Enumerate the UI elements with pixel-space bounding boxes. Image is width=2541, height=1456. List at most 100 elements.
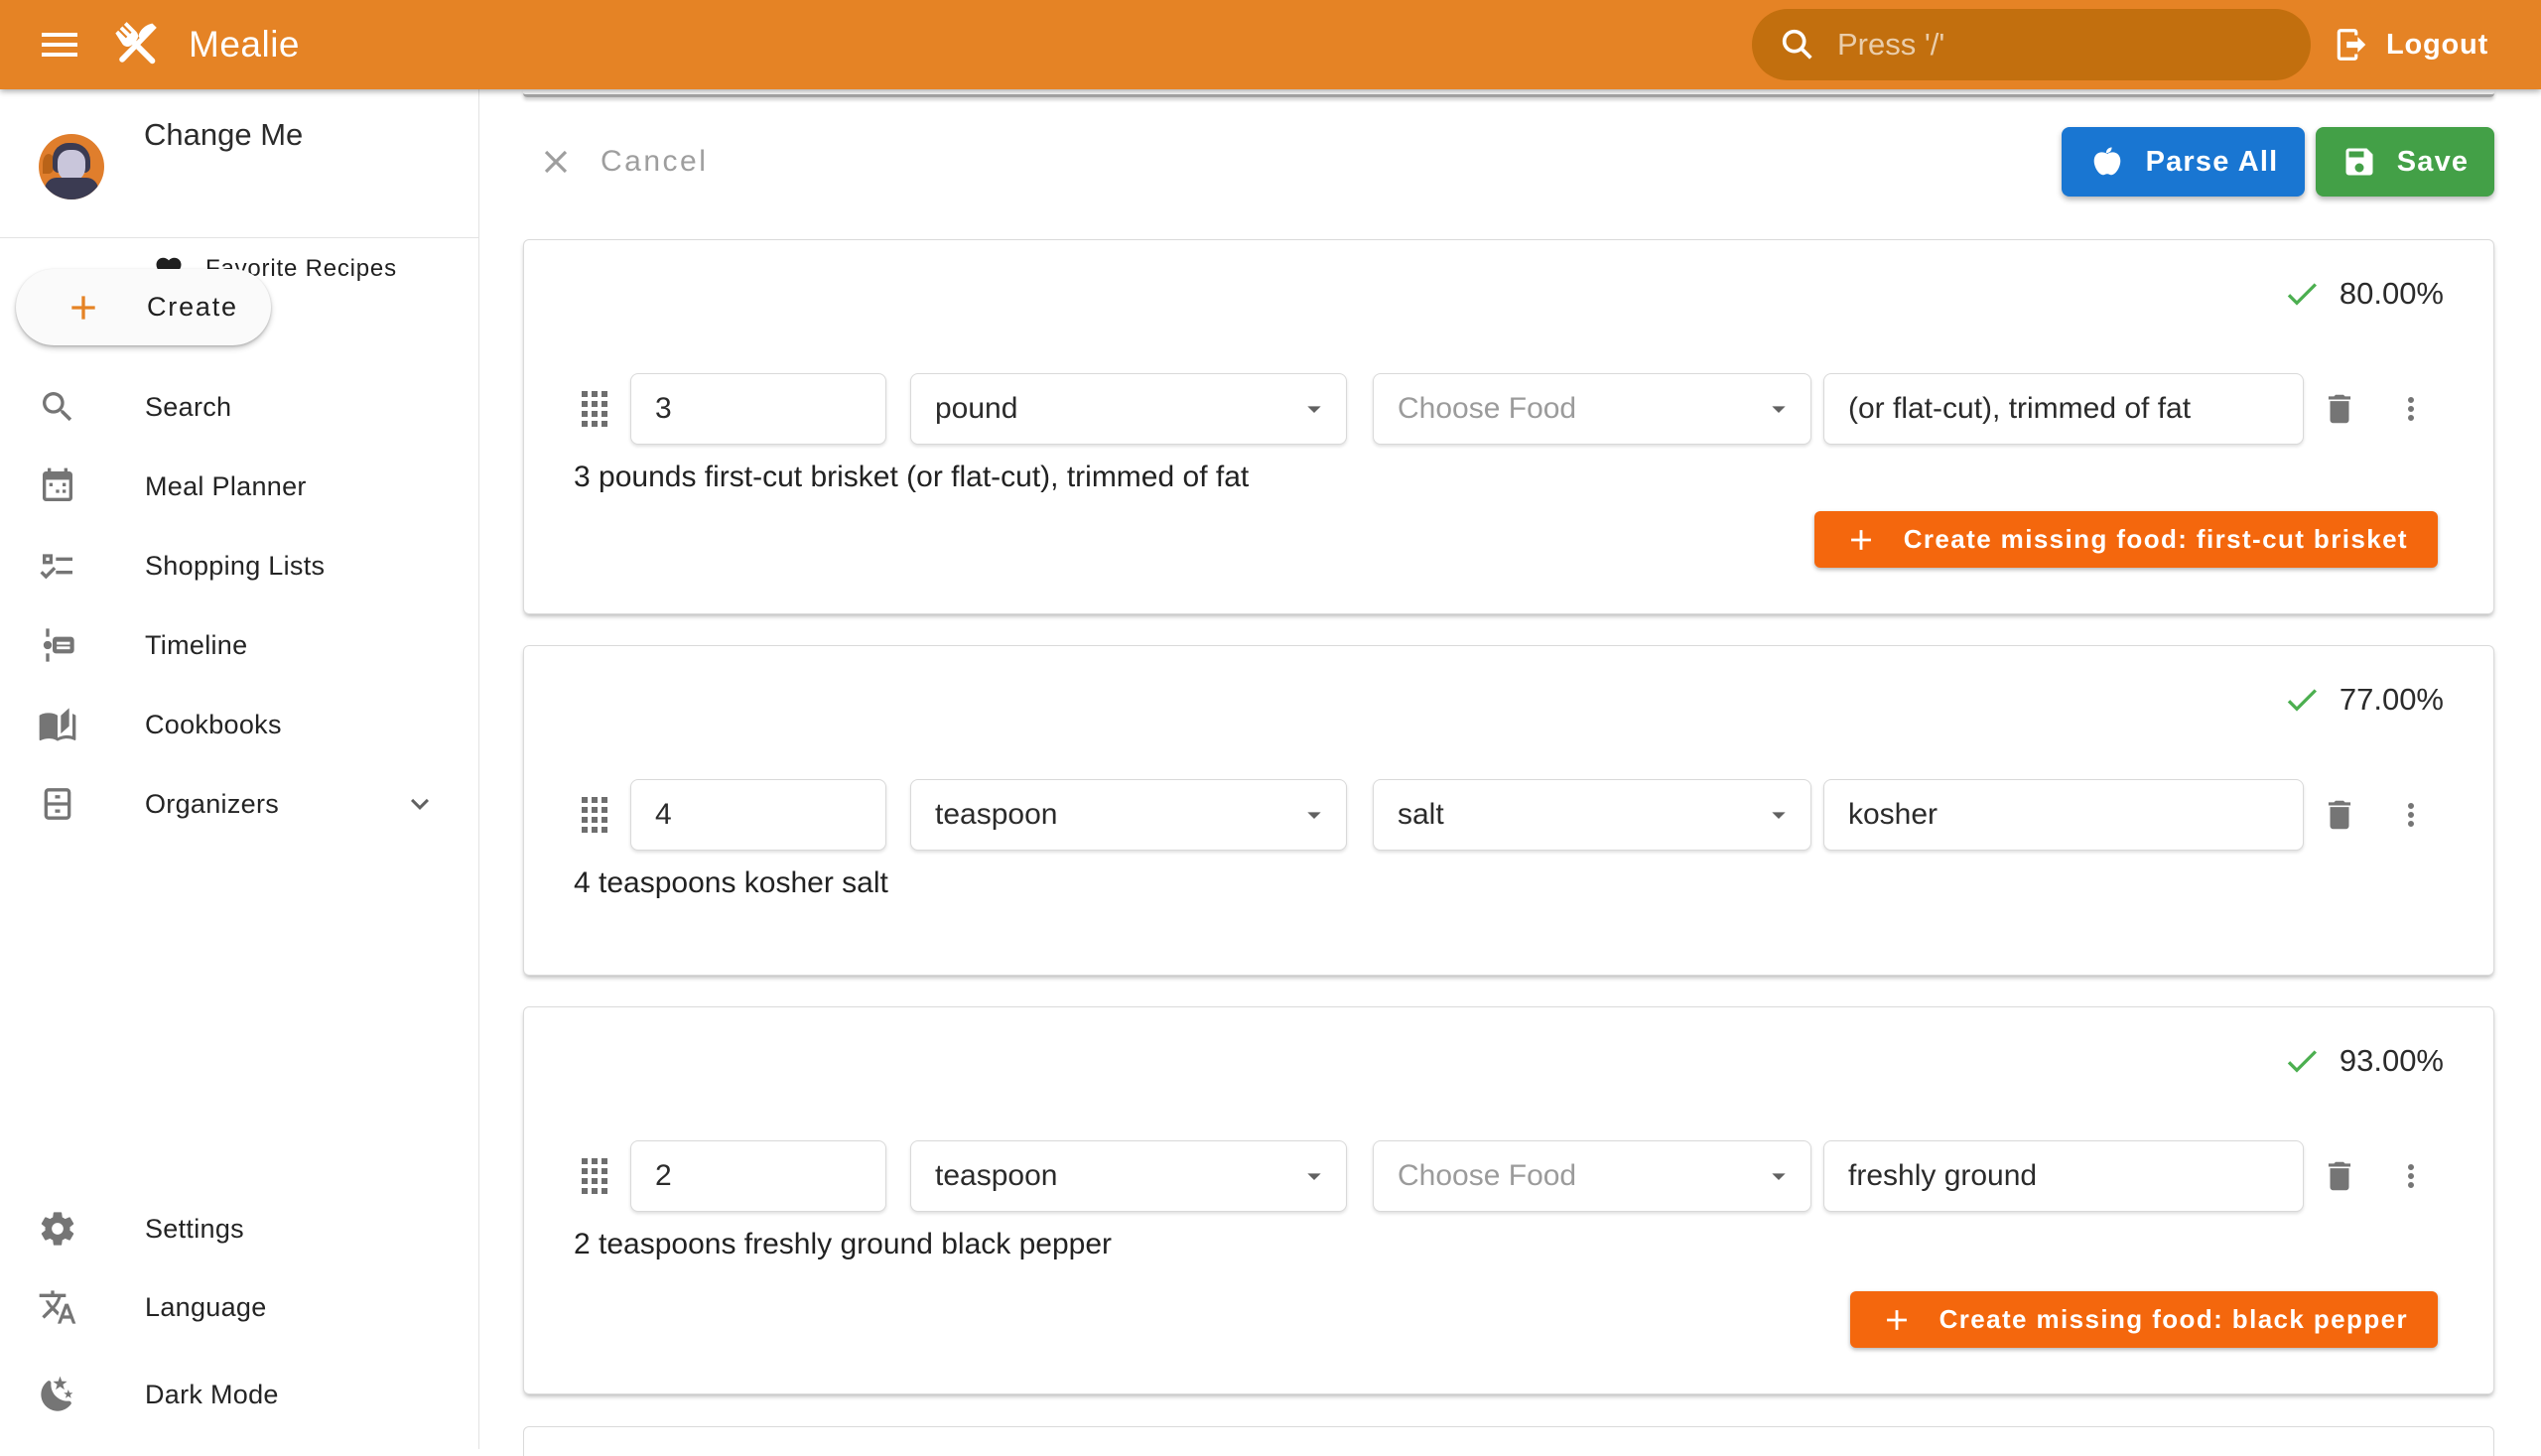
translate-icon [38,1287,77,1327]
check-icon [2282,274,2322,314]
confidence-value: 80.00% [2340,276,2444,312]
sidebar-item-search[interactable]: Search [0,367,479,447]
logout-button[interactable]: Logout [2333,0,2488,89]
quantity-input[interactable] [631,780,885,850]
app-title: Mealie [189,24,300,66]
note-input[interactable] [1824,780,2303,850]
sidebar-divider [0,237,479,238]
sidebar-item-shopping-lists[interactable]: Shopping Lists [0,526,479,605]
sidebar-item-cookbooks[interactable]: Cookbooks [0,685,479,764]
kebab-menu-icon [2393,1158,2429,1194]
trash-icon [2321,390,2358,428]
unit-select-value: teaspoon [935,798,1057,832]
dropdown-arrow-icon [1763,1160,1795,1192]
note-field[interactable] [1823,779,2304,851]
quantity-field[interactable] [630,373,886,445]
hamburger-icon [36,21,83,68]
ingredient-card: 80.00% pound Choose Food [523,239,2494,614]
unit-select[interactable]: teaspoon [910,779,1347,851]
menu-hamburger-button[interactable] [32,17,87,72]
ingredient-input-row: teaspoon salt [524,779,2493,851]
plus-icon [64,288,103,328]
user-avatar[interactable] [39,134,104,199]
ingredient-card: 77.00% teaspoon salt [523,645,2494,976]
delete-ingredient-button[interactable] [2318,793,2361,837]
unit-select-value: pound [935,392,1017,426]
original-ingredient-text: 2 teaspoons freshly ground black pepper [574,1228,1112,1261]
create-missing-food-button[interactable]: Create missing food: first-cut brisket [1814,511,2438,568]
note-field[interactable] [1823,373,2304,445]
calendar-icon [38,466,77,506]
drag-handle[interactable] [582,1158,607,1194]
organizers-icon [38,784,77,824]
save-button[interactable]: Save [2316,127,2494,197]
delete-ingredient-button[interactable] [2318,387,2361,431]
note-input[interactable] [1824,374,2303,444]
mealie-logo-icon [109,16,167,73]
check-icon [2282,1041,2322,1081]
search-input[interactable] [1837,27,2285,63]
trash-icon [2321,1157,2358,1195]
confidence-value: 93.00% [2340,1043,2444,1079]
confidence-indicator: 80.00% [2282,272,2444,316]
food-select[interactable]: salt [1373,779,1811,851]
chevron-down-icon [402,786,438,822]
cancel-button[interactable]: Cancel [537,131,708,193]
drag-handle[interactable] [582,797,607,833]
dropdown-arrow-icon [1298,799,1330,831]
close-icon [537,143,575,181]
dropdown-arrow-icon [1763,799,1795,831]
unit-select[interactable]: pound [910,373,1347,445]
sidebar-item-timeline[interactable]: Timeline [0,605,479,685]
global-search[interactable] [1752,9,2311,80]
quantity-field[interactable] [630,779,886,851]
parse-all-button[interactable]: Parse All [2062,127,2305,197]
ingredient-menu-button[interactable] [2389,793,2433,837]
main-content: Cancel Parse All Save 80.00% pound Choos… [479,89,2541,1449]
sidebar-item-meal-planner[interactable]: Meal Planner [0,447,479,526]
quantity-input[interactable] [631,374,885,444]
search-icon [1778,25,1817,65]
create-missing-food-button[interactable]: Create missing food: black pepper [1850,1291,2438,1348]
food-select-value: salt [1398,798,1444,832]
plus-icon [1844,523,1878,557]
dropdown-arrow-icon [1763,393,1795,425]
food-select[interactable]: Choose Food [1373,373,1811,445]
ingredient-card: 93.00% teaspoon Choose Food [523,1006,2494,1394]
book-icon [38,705,77,744]
dropdown-arrow-icon [1298,1160,1330,1192]
sidebar: Change Me Favorite Recipes Create Search… [0,89,479,1449]
search-icon [38,387,77,427]
quantity-field[interactable] [630,1140,886,1212]
unit-select[interactable]: teaspoon [910,1140,1347,1212]
note-field[interactable] [1823,1140,2304,1212]
trash-icon [2321,796,2358,834]
sidebar-item-settings[interactable]: Settings [0,1189,479,1268]
next-ingredient-card-edge [523,1426,2494,1456]
ingredient-menu-button[interactable] [2389,387,2433,431]
ingredient-input-row: teaspoon Choose Food [524,1140,2493,1212]
user-name: Change Me [144,117,303,153]
timeline-icon [38,625,77,665]
delete-ingredient-button[interactable] [2318,1154,2361,1198]
note-input[interactable] [1824,1141,2303,1211]
sidebar-item-dark-mode[interactable]: Dark Mode [0,1355,479,1434]
dropdown-arrow-icon [1298,393,1330,425]
apple-icon [2088,143,2126,181]
confidence-value: 77.00% [2340,682,2444,718]
original-ingredient-text: 4 teaspoons kosher salt [574,866,888,900]
food-select[interactable]: Choose Food [1373,1140,1811,1212]
quantity-input[interactable] [631,1141,885,1211]
plus-icon [1880,1303,1914,1337]
gear-icon [38,1209,77,1249]
sidebar-item-language[interactable]: Language [0,1267,479,1347]
ingredient-menu-button[interactable] [2389,1154,2433,1198]
logout-icon [2333,26,2370,64]
confidence-indicator: 77.00% [2282,678,2444,722]
drag-handle[interactable] [582,391,607,427]
create-button[interactable]: Create [16,269,271,345]
kebab-menu-icon [2393,797,2429,833]
ingredient-input-row: pound Choose Food [524,373,2493,445]
sidebar-item-organizers[interactable]: Organizers [0,764,479,844]
save-icon [2341,144,2377,180]
